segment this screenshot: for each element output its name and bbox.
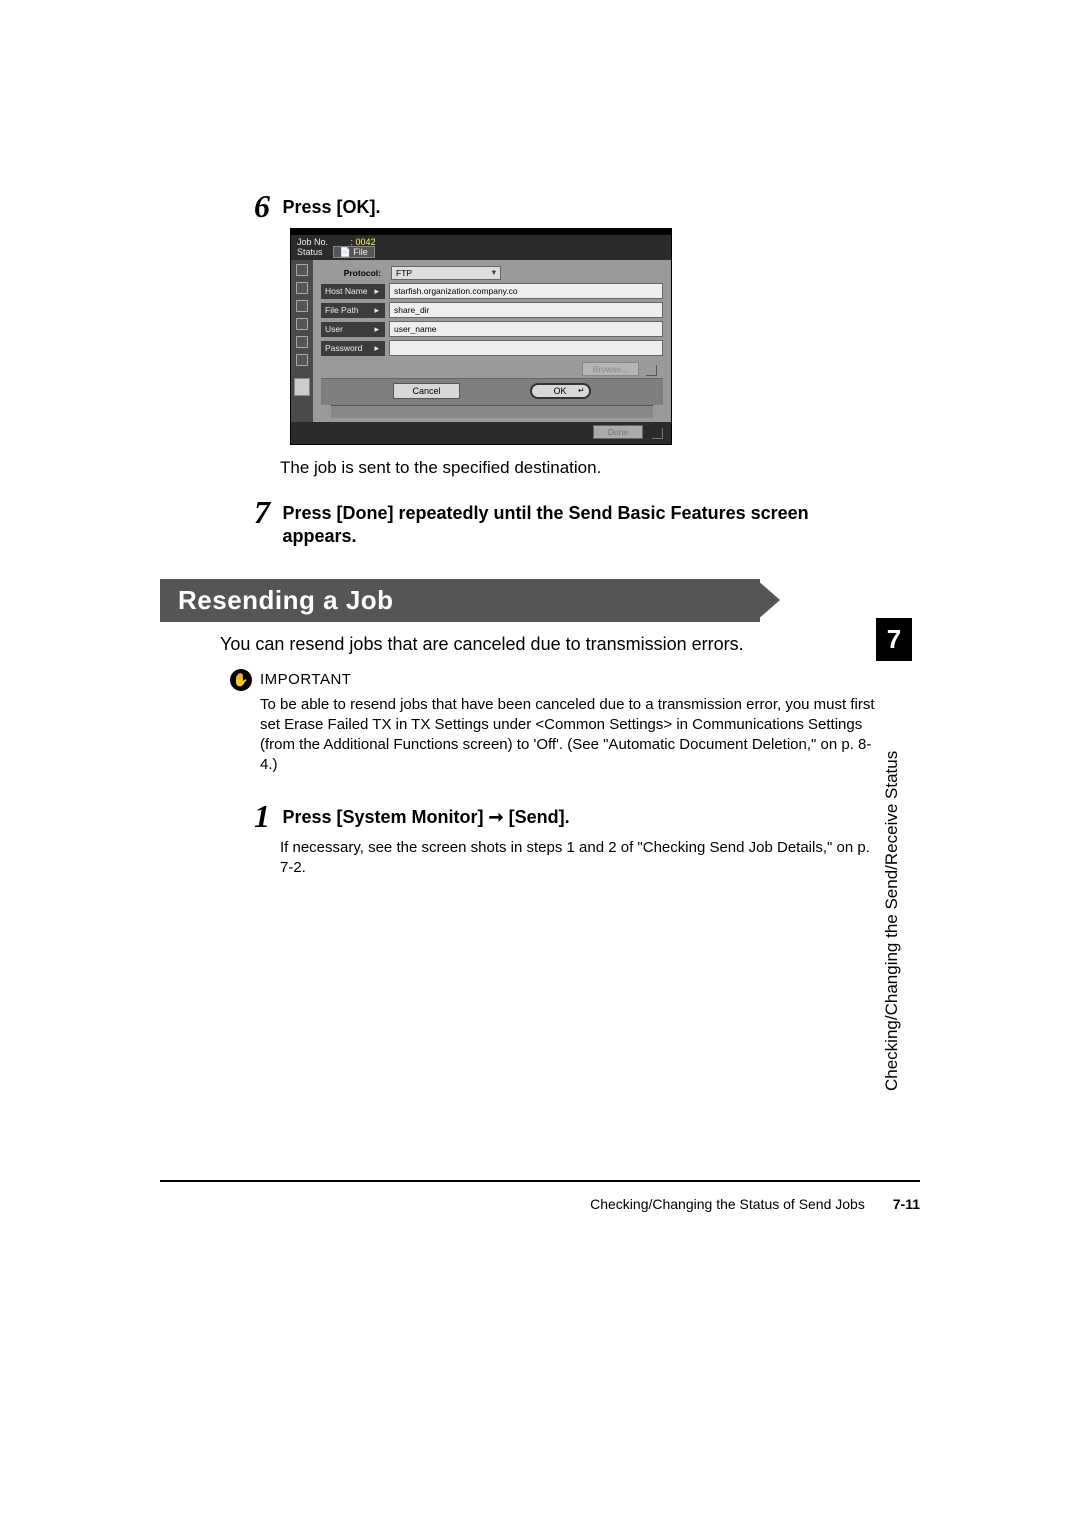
footer-title: Checking/Changing the Status of Send Job… [590,1196,865,1212]
step-1: 1 Press [System Monitor] ➞ [Send]. [230,800,880,832]
chapter-number: 7 [876,618,912,661]
dialog-header: Job No. : 0042 Status 📄 File [291,235,671,260]
filepath-field[interactable]: share_dir [389,302,663,318]
chapter-title: Checking/Changing the Send/Receive Statu… [876,661,908,1131]
step-title: Press [OK]. [282,190,380,219]
footer-rule [160,1180,920,1182]
user-button[interactable]: User▸ [321,322,385,337]
file-tab: File [353,247,368,257]
dialog-side-icons [291,260,313,422]
done-button: Done [593,425,643,439]
step-6: 6 Press [OK]. [230,190,880,222]
step-title: Press [System Monitor] ➞ [Send]. [282,800,569,829]
step-6-caption: The job is sent to the specified destina… [280,457,880,480]
step-title: Press [Done] repeatedly until the Send B… [282,496,862,549]
chapter-tab: 7 Checking/Changing the Send/Receive Sta… [876,618,912,1131]
status-label: Status [297,247,323,257]
ok-button[interactable]: OK [530,383,591,399]
browse-button: Browse... [582,362,639,376]
filepath-button[interactable]: File Path▸ [321,303,385,318]
section-heading-text: Resending a Job [160,579,760,622]
scrollbar[interactable] [331,405,653,418]
cancel-button[interactable]: Cancel [393,383,459,399]
protocol-label: Protocol: [321,266,387,280]
password-button[interactable]: Password▸ [321,341,385,356]
step-1-body: If necessary, see the screen shots in st… [280,838,880,879]
resize-corner-icon [652,428,663,439]
protocol-select[interactable]: FTP [391,266,501,280]
resize-corner-icon [646,365,657,376]
section-heading: Resending a Job [160,579,880,622]
password-field[interactable] [389,340,663,356]
hostname-button[interactable]: Host Name▸ [321,284,385,299]
step-number: 6 [230,190,270,222]
user-field[interactable]: user_name [389,321,663,337]
important-icon: ✋ [230,669,252,691]
step-number: 7 [230,496,270,528]
hostname-field[interactable]: starfish.organization.company.co [389,283,663,299]
important-body: To be able to resend jobs that have been… [260,695,880,776]
page-footer: Checking/Changing the Status of Send Job… [160,1196,920,1212]
section-intro: You can resend jobs that are canceled du… [220,634,880,655]
step-number: 1 [230,800,270,832]
step-7: 7 Press [Done] repeatedly until the Send… [230,496,880,549]
important-callout: ✋ IMPORTANT [230,669,880,691]
page-number: 7-11 [893,1196,920,1212]
dialog-screenshot: Job No. : 0042 Status 📄 File Protocol: [290,228,672,445]
jobno-label: Job No. [297,237,328,247]
important-label: IMPORTANT [260,671,351,688]
